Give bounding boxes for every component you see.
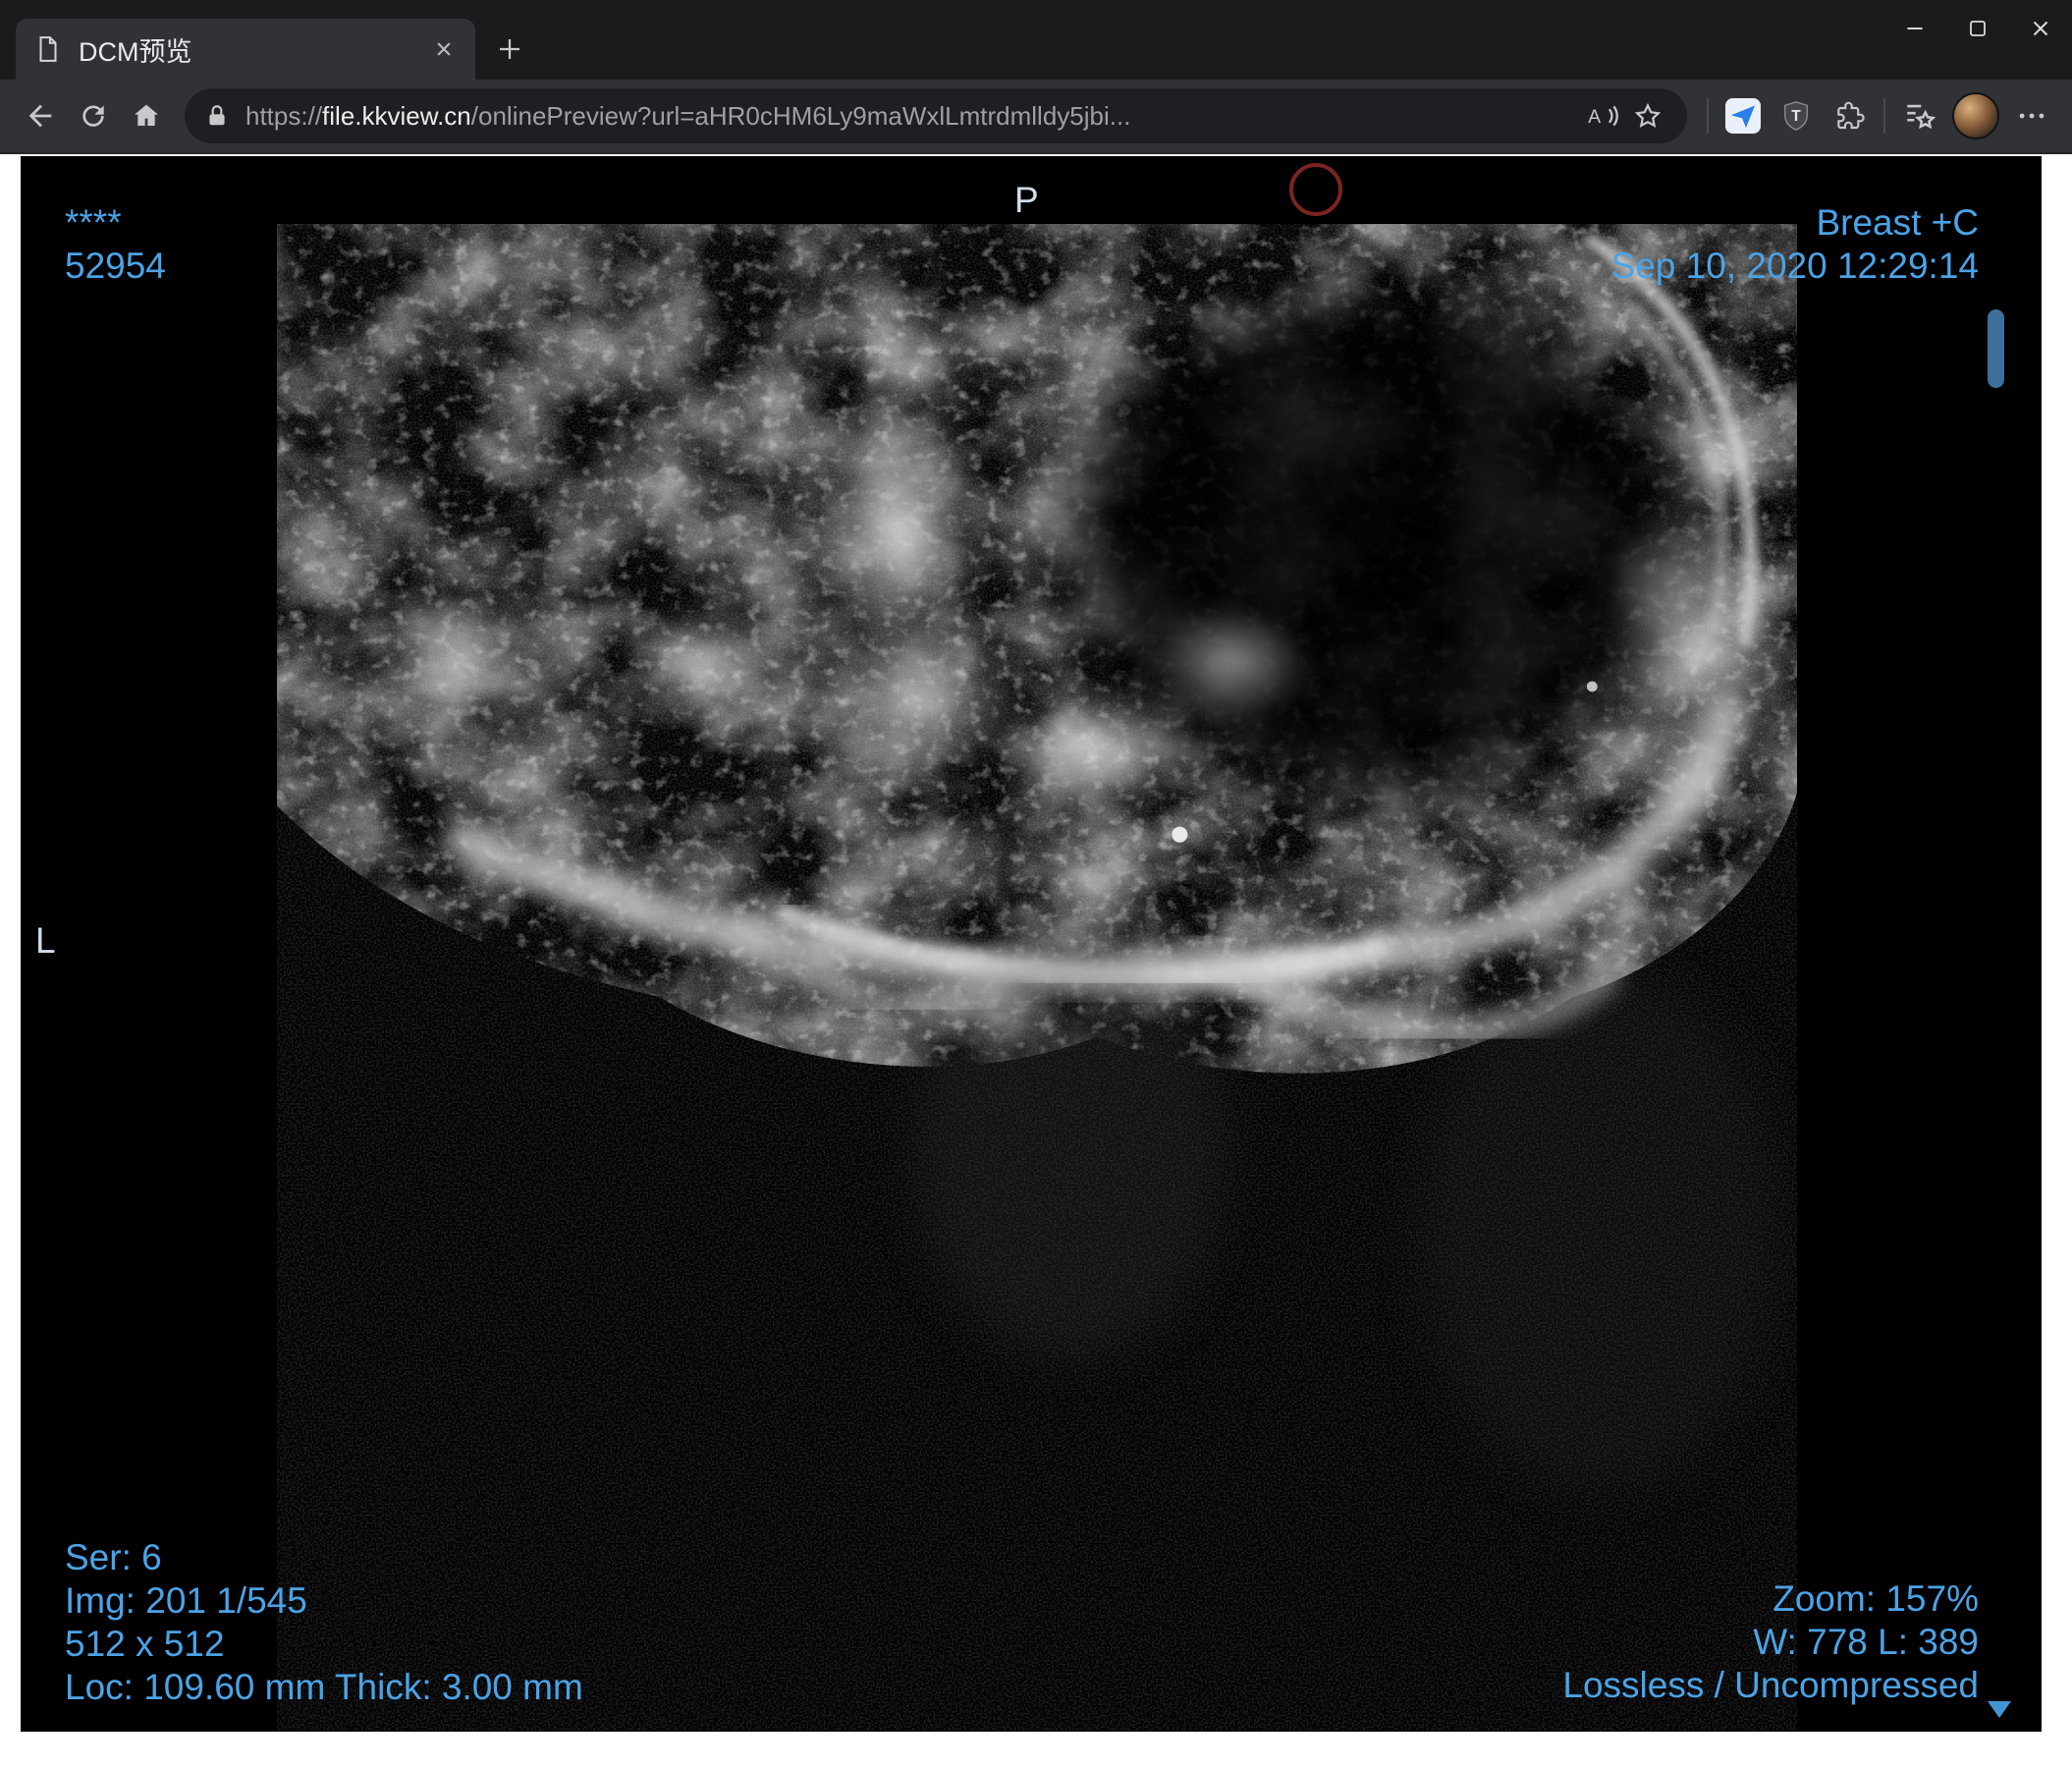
favorite-star-button[interactable] — [1628, 96, 1667, 136]
viewer-scrollbar-thumb[interactable] — [1988, 309, 2004, 388]
url-text[interactable]: https://file.kkview.cn/onlinePreview?url… — [245, 101, 1561, 132]
annotation-circle[interactable] — [1289, 163, 1342, 216]
ellipsis-icon — [2019, 113, 2045, 119]
window-level: W: 778 L: 389 — [1753, 1622, 1979, 1662]
tab-strip: DCM预览 — [0, 0, 2072, 80]
refresh-icon — [82, 105, 104, 127]
back-icon — [28, 104, 52, 128]
patient-name: **** — [65, 202, 122, 243]
home-icon — [135, 104, 158, 126]
zoom-level: Zoom: 157% — [1772, 1578, 1979, 1619]
lock-icon[interactable] — [204, 103, 230, 129]
favorites-hub-button[interactable] — [1893, 89, 1946, 142]
paper-plane-icon — [1725, 98, 1761, 134]
study-description: Breast +C — [1816, 202, 1979, 243]
orientation-marker-l: L — [35, 920, 56, 961]
new-tab-button[interactable] — [483, 23, 536, 76]
image-matrix: 512 x 512 — [65, 1624, 225, 1664]
maximize-button[interactable] — [1946, 0, 2009, 57]
url-host: file.kkview.cn — [322, 100, 471, 131]
toolbar-divider — [1707, 98, 1709, 134]
minimize-button[interactable] — [1883, 0, 1946, 57]
series-info-overlay: Ser: 6 Img: 201 1/545 512 x 512 Loc: 109… — [65, 1536, 583, 1709]
tab-close-icon[interactable] — [430, 35, 458, 63]
compression-info: Lossless / Uncompressed — [1562, 1665, 1979, 1705]
tampermonkey-shield-button[interactable]: T — [1770, 89, 1823, 142]
puzzle-piece-icon — [1837, 101, 1865, 130]
mri-image[interactable] — [277, 224, 1797, 1731]
navigation-toolbar: https://file.kkview.cn/onlinePreview?url… — [0, 80, 2072, 154]
home-button[interactable] — [120, 89, 173, 142]
orientation-marker-p: P — [1014, 180, 1039, 220]
url-scheme: https:// — [245, 100, 323, 131]
svg-text:T: T — [1791, 108, 1801, 125]
slice-location: Loc: 109.60 mm Thick: 3.00 mm — [65, 1667, 583, 1707]
scroll-down-icon[interactable] — [1988, 1701, 2011, 1718]
close-button[interactable] — [2009, 0, 2072, 57]
shield-icon: T — [1783, 101, 1809, 131]
image-number: Img: 201 1/545 — [65, 1580, 307, 1621]
patient-id: 52954 — [65, 246, 166, 286]
study-info-overlay: Breast +C Sep 10, 2020 12:29:14 — [1611, 201, 1979, 288]
star-list-icon — [1907, 104, 1936, 130]
read-aloud-button[interactable]: A — [1583, 96, 1622, 136]
more-menu-button[interactable] — [2005, 89, 2058, 142]
series-number: Ser: 6 — [65, 1537, 162, 1577]
toolbar-divider — [1883, 98, 1885, 134]
extensions-button[interactable] — [1823, 89, 1876, 142]
patient-id-overlay: **** 52954 — [65, 201, 166, 288]
url-path: /onlinePreview?url=aHR0cHM6Ly9maWxlLmtrd… — [470, 100, 1131, 131]
window-controls — [1883, 0, 2072, 57]
page-content: **** 52954 P L Breast +C Sep 10, 2020 12… — [0, 156, 2072, 1768]
pinned-extension-blue-button[interactable] — [1717, 89, 1770, 142]
page-document-icon — [33, 34, 63, 64]
back-button[interactable] — [14, 89, 67, 142]
tab-title: DCM预览 — [79, 36, 192, 67]
display-info-overlay: Zoom: 157% W: 778 L: 389 Lossless / Unco… — [1562, 1577, 1979, 1707]
refresh-button[interactable] — [67, 89, 120, 142]
address-bar[interactable]: https://file.kkview.cn/onlinePreview?url… — [185, 88, 1687, 143]
dicom-viewer[interactable]: **** 52954 P L Breast +C Sep 10, 2020 12… — [21, 156, 2042, 1732]
study-datetime: Sep 10, 2020 12:29:14 — [1610, 246, 1979, 286]
profile-avatar[interactable] — [1952, 92, 1999, 139]
tab-dcm-preview[interactable]: DCM预览 — [16, 19, 475, 80]
browser-window: DCM预览 https://file.kkview.cn/onlinePrevi… — [0, 0, 2072, 1768]
svg-text:A: A — [1588, 107, 1601, 128]
